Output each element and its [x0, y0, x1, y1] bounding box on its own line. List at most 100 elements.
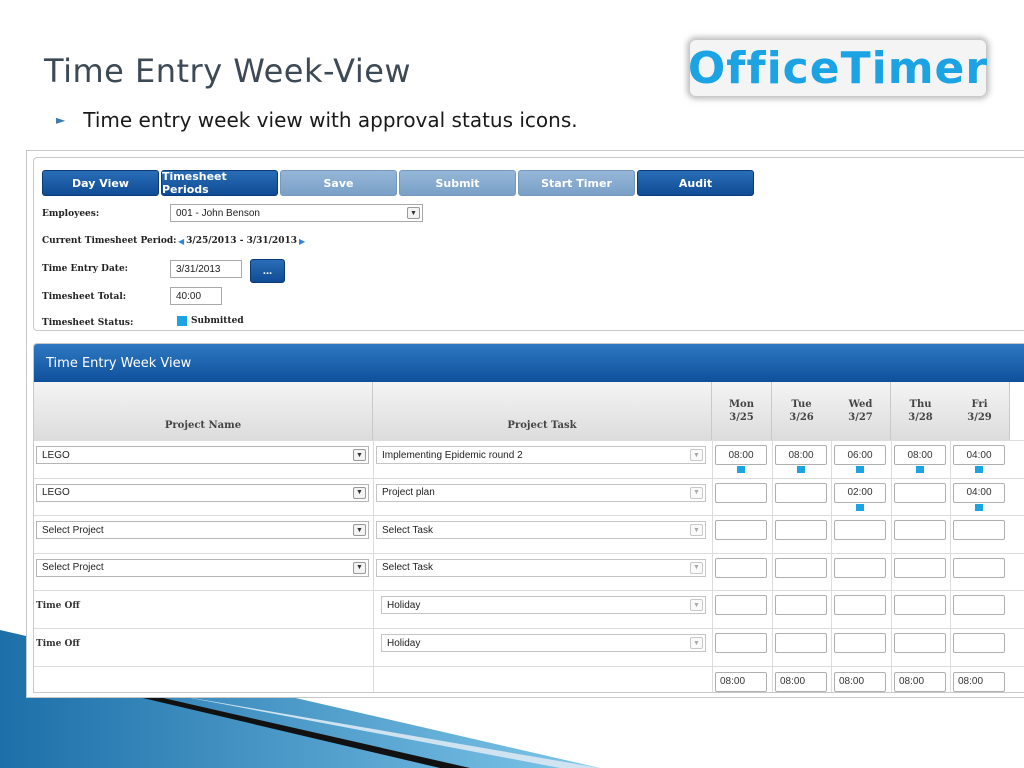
hours-input[interactable]: [894, 520, 946, 541]
task-select[interactable]: Implementing Epidemic round 2 ▼: [376, 446, 706, 464]
hours-input[interactable]: 08:00: [894, 445, 946, 465]
hours-input[interactable]: [953, 595, 1005, 616]
hours-input[interactable]: [715, 520, 767, 541]
task-select[interactable]: Holiday ▼: [381, 596, 706, 615]
prev-period-icon[interactable]: ◀: [178, 236, 184, 246]
task-select[interactable]: Project plan ▼: [376, 483, 706, 502]
day-header: Thu 3/28: [891, 382, 951, 440]
project-value: Select Project: [42, 524, 104, 536]
day-of-week: Mon: [728, 399, 754, 410]
task-select[interactable]: Holiday ▼: [381, 634, 706, 652]
hours-input[interactable]: [834, 520, 886, 541]
approval-status-icon: [797, 466, 805, 473]
project-select[interactable]: LEGO ▼: [36, 446, 369, 464]
time-off-label: Time Off: [36, 639, 80, 649]
hours-input[interactable]: [834, 633, 886, 653]
chevron-down-icon: ▼: [690, 637, 703, 649]
task-select[interactable]: Select Task ▼: [376, 521, 706, 540]
period-navigator: ◀ 3/25/2013 - 3/31/2013 ▶: [178, 236, 305, 246]
hours-input[interactable]: [953, 520, 1005, 541]
chevron-down-icon: ▼: [353, 486, 366, 499]
hours-input[interactable]: [953, 633, 1005, 653]
day-date: 3/26: [789, 412, 814, 423]
chevron-down-icon: ▼: [353, 561, 366, 574]
day-date: 3/27: [848, 412, 873, 423]
save-button[interactable]: Save: [280, 170, 397, 196]
task-value: Holiday: [387, 599, 421, 611]
hours-input[interactable]: [894, 633, 946, 653]
hours-input[interactable]: 08:00: [715, 445, 767, 465]
hours-input[interactable]: [715, 595, 767, 616]
day-of-week: Wed: [848, 399, 873, 410]
day-date: 3/29: [967, 412, 992, 423]
hours-input[interactable]: [775, 595, 827, 616]
slide-title: Time Entry Week-View: [44, 52, 412, 90]
toolbar: Day View Timesheet Periods Save Submit S…: [42, 170, 756, 196]
day-date: 3/28: [908, 412, 933, 423]
employee-value: 001 - John Benson: [176, 207, 260, 219]
hours-input[interactable]: [715, 633, 767, 653]
day-of-week: Thu: [909, 399, 932, 410]
hours-input[interactable]: [775, 633, 827, 653]
hours-input[interactable]: 04:00: [953, 482, 1005, 503]
hours-input[interactable]: 06:00: [834, 445, 886, 465]
task-value: Select Task: [382, 524, 433, 536]
date-picker-button[interactable]: ...: [250, 259, 285, 283]
project-select[interactable]: Select Project ▼: [36, 558, 369, 577]
hours-input[interactable]: 08:00: [775, 445, 827, 465]
submitted-status-icon: [177, 316, 187, 326]
grid-title: Time Entry Week View: [34, 344, 1024, 382]
hours-input[interactable]: [894, 482, 946, 503]
hours-input[interactable]: [775, 557, 827, 578]
hours-input[interactable]: [715, 482, 767, 503]
employee-select[interactable]: 001 - John Benson ▼: [170, 204, 423, 222]
chevron-down-icon: ▼: [690, 561, 703, 574]
project-value: Select Project: [42, 562, 104, 574]
submit-button[interactable]: Submit: [399, 170, 516, 196]
approval-status-icon: [975, 503, 983, 511]
total-label: Timesheet Total:: [42, 292, 127, 302]
day-header: Fri 3/29: [950, 382, 1010, 440]
task-value: Holiday: [387, 637, 421, 649]
bullet-arrow-icon: ►: [56, 113, 66, 127]
hours-input[interactable]: [775, 520, 827, 541]
project-value: LEGO: [42, 487, 70, 499]
day-total-field: 08:00: [894, 671, 946, 692]
chevron-down-icon: ▼: [690, 524, 703, 537]
timesheet-total-field: 40:00: [170, 287, 222, 305]
hours-input[interactable]: 02:00: [834, 482, 886, 503]
next-period-icon[interactable]: ▶: [299, 236, 305, 246]
hours-input[interactable]: [775, 482, 827, 503]
audit-button[interactable]: Audit: [637, 170, 754, 196]
day-view-button[interactable]: Day View: [42, 170, 159, 196]
status-value: Submitted: [191, 316, 244, 326]
day-total-field: 08:00: [953, 671, 1005, 692]
bullet-text: Time entry week view with approval statu…: [83, 108, 578, 132]
status-indicator: Submitted: [177, 316, 244, 326]
task-select[interactable]: Select Task ▼: [376, 558, 706, 577]
project-select[interactable]: LEGO ▼: [36, 483, 369, 502]
entry-date-label: Time Entry Date:: [42, 264, 129, 274]
entry-date-input[interactable]: 3/31/2013: [170, 260, 242, 278]
bullet-point: ► Time entry week view with approval sta…: [56, 108, 578, 132]
start-timer-button[interactable]: Start Timer: [518, 170, 635, 196]
project-value: LEGO: [42, 449, 70, 461]
hours-input[interactable]: [715, 557, 767, 578]
employees-label: Employees:: [42, 209, 100, 219]
day-of-week: Tue: [791, 399, 812, 410]
hours-input[interactable]: [834, 557, 886, 578]
hours-input[interactable]: [894, 595, 946, 616]
hours-input[interactable]: [834, 595, 886, 616]
day-of-week: Fri: [971, 399, 988, 410]
day-total-field: 08:00: [834, 671, 886, 692]
timesheet-periods-button[interactable]: Timesheet Periods: [161, 170, 278, 196]
day-total-field: 08:00: [775, 671, 827, 692]
project-select[interactable]: Select Project ▼: [36, 521, 369, 540]
day-date: 3/25: [729, 412, 754, 423]
hours-input[interactable]: [953, 557, 1005, 578]
hours-input[interactable]: [894, 557, 946, 578]
task-value: Select Task: [382, 562, 433, 574]
approval-status-icon: [737, 466, 745, 473]
task-value: Project plan: [382, 487, 435, 499]
hours-input[interactable]: 04:00: [953, 445, 1005, 465]
